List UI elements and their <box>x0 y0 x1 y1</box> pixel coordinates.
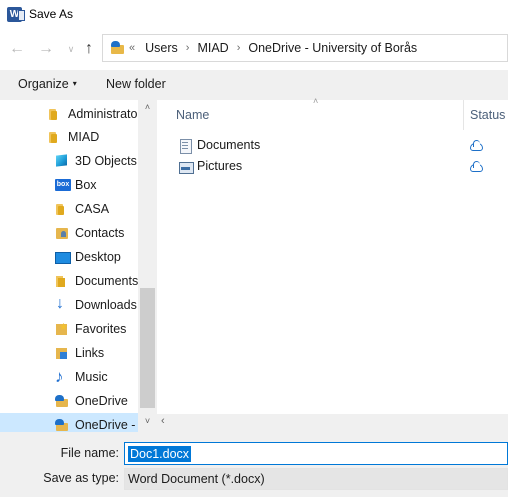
breadcrumb-separator-icon[interactable]: › <box>186 42 190 54</box>
up-arrow-icon[interactable]: ↑ <box>80 40 98 58</box>
onedrive-folder-icon <box>111 41 125 55</box>
music-icon <box>55 367 69 387</box>
sidebar-item-downloads[interactable]: Downloads <box>0 293 138 317</box>
file-list[interactable]: ˄ Name Status Documents Pictures <box>157 96 508 414</box>
navigation-pane[interactable]: Administrator MIAD 3D Objects Box CASA C… <box>0 100 157 432</box>
links-icon <box>55 346 69 360</box>
new-folder-button[interactable]: New folder <box>106 77 166 91</box>
file-row-documents[interactable]: Documents <box>157 135 508 156</box>
save-as-type-value: Word Document (*.docx) <box>128 472 265 486</box>
scroll-left-arrow-icon[interactable]: ‹ <box>161 415 165 427</box>
file-name-value[interactable]: Doc1.docx <box>128 446 192 462</box>
sidebar-item-label: Documents <box>75 274 138 288</box>
file-name: Documents <box>197 138 261 152</box>
sidebar-item-onedrive-university[interactable]: OneDrive - U <box>0 413 138 432</box>
onedrive-folder-icon <box>55 394 69 408</box>
file-name-label: File name: <box>60 446 119 460</box>
save-as-type-label: Save as type: <box>43 471 119 485</box>
breadcrumb-separator-icon[interactable]: › <box>237 42 241 54</box>
window-title: Save As <box>29 7 74 21</box>
sidebar-item-label: MIAD <box>68 130 100 144</box>
sidebar-item-miad[interactable]: MIAD <box>0 125 138 149</box>
onedrive-folder-icon <box>55 418 69 432</box>
documents-folder-icon <box>55 274 69 288</box>
download-icon <box>55 295 69 313</box>
sidebar-item-contacts[interactable]: Contacts <box>0 221 138 245</box>
sidebar-item-3d-objects[interactable]: 3D Objects <box>0 149 138 173</box>
save-as-type-select[interactable]: Word Document (*.docx) <box>124 468 508 490</box>
cloud-icon <box>470 158 483 175</box>
favorites-icon <box>55 322 69 336</box>
file-row-pictures[interactable]: Pictures <box>157 156 508 177</box>
sidebar-item-label: Desktop <box>75 250 121 264</box>
contacts-icon <box>55 226 69 240</box>
folder-icon <box>48 130 62 144</box>
breadcrumb-onedrive-university[interactable]: OneDrive - University of Borås <box>248 41 417 55</box>
scroll-down-arrow-icon[interactable]: ˅ <box>138 416 157 430</box>
breadcrumb-overflow-icon[interactable]: « <box>129 42 135 54</box>
organize-label: Organize <box>18 77 69 91</box>
sidebar-item-onedrive[interactable]: OneDrive <box>0 389 138 413</box>
sidebar-item-label: Box <box>75 178 97 192</box>
file-list-horizontal-scrollbar[interactable]: ‹ <box>157 414 508 432</box>
sidebar-item-administrator[interactable]: Administrator <box>0 102 138 126</box>
sidebar-item-label: 3D Objects <box>75 154 137 168</box>
sidebar-item-label: Contacts <box>75 226 125 240</box>
sidebar-item-box[interactable]: Box <box>0 173 138 197</box>
title-bar: W Save As <box>0 0 508 30</box>
column-header-name[interactable]: Name <box>176 100 464 130</box>
organize-button[interactable]: Organize ▾ <box>18 77 77 91</box>
sidebar-item-casa[interactable]: CASA <box>0 197 138 221</box>
sidebar-item-links[interactable]: Links <box>0 341 138 365</box>
sidebar-item-label: CASA <box>75 202 110 216</box>
folder-icon <box>55 202 69 216</box>
sidebar-item-label: OneDrive - U <box>75 418 138 432</box>
sidebar-item-label: Downloads <box>75 298 137 312</box>
navigation-pane-scrollbar[interactable]: ˄ ˅ <box>138 100 157 432</box>
sidebar-item-documents[interactable]: Documents <box>0 269 138 293</box>
sidebar-item-label: Administrator <box>68 107 138 121</box>
word-app-icon: W <box>7 7 25 22</box>
desktop-icon <box>55 250 71 264</box>
3d-objects-icon <box>55 154 69 168</box>
sidebar-item-label: Favorites <box>75 322 127 336</box>
column-header-status[interactable]: Status <box>470 100 508 130</box>
sidebar-item-music[interactable]: Music <box>0 365 138 389</box>
sidebar-item-label: Links <box>75 346 105 360</box>
address-bar[interactable]: « Users › MIAD › OneDrive - University o… <box>102 34 508 62</box>
caret-down-icon: ▾ <box>72 79 77 88</box>
document-library-icon <box>179 139 192 154</box>
back-arrow-icon[interactable]: ← <box>8 40 26 58</box>
sidebar-item-label: OneDrive <box>75 394 128 408</box>
breadcrumb-miad[interactable]: MIAD <box>197 41 228 55</box>
pictures-icon <box>179 160 194 174</box>
forward-arrow-icon[interactable]: → <box>37 40 55 58</box>
sidebar-item-favorites[interactable]: Favorites <box>0 317 138 341</box>
scrollbar-thumb[interactable] <box>140 288 155 408</box>
breadcrumb-users[interactable]: Users <box>145 41 178 55</box>
sidebar-item-label: Music <box>75 370 108 384</box>
scroll-up-arrow-icon[interactable]: ˄ <box>138 102 157 116</box>
cloud-icon <box>470 137 483 154</box>
file-name-input[interactable]: Doc1.docx <box>124 442 508 465</box>
sidebar-item-desktop[interactable]: Desktop <box>0 245 138 269</box>
box-icon <box>55 178 71 192</box>
folder-icon <box>48 107 62 121</box>
file-name: Pictures <box>197 159 243 173</box>
breadcrumb: « Users › MIAD › OneDrive - University o… <box>129 41 417 55</box>
recent-locations-chevron-icon[interactable]: ∨ <box>62 40 80 58</box>
